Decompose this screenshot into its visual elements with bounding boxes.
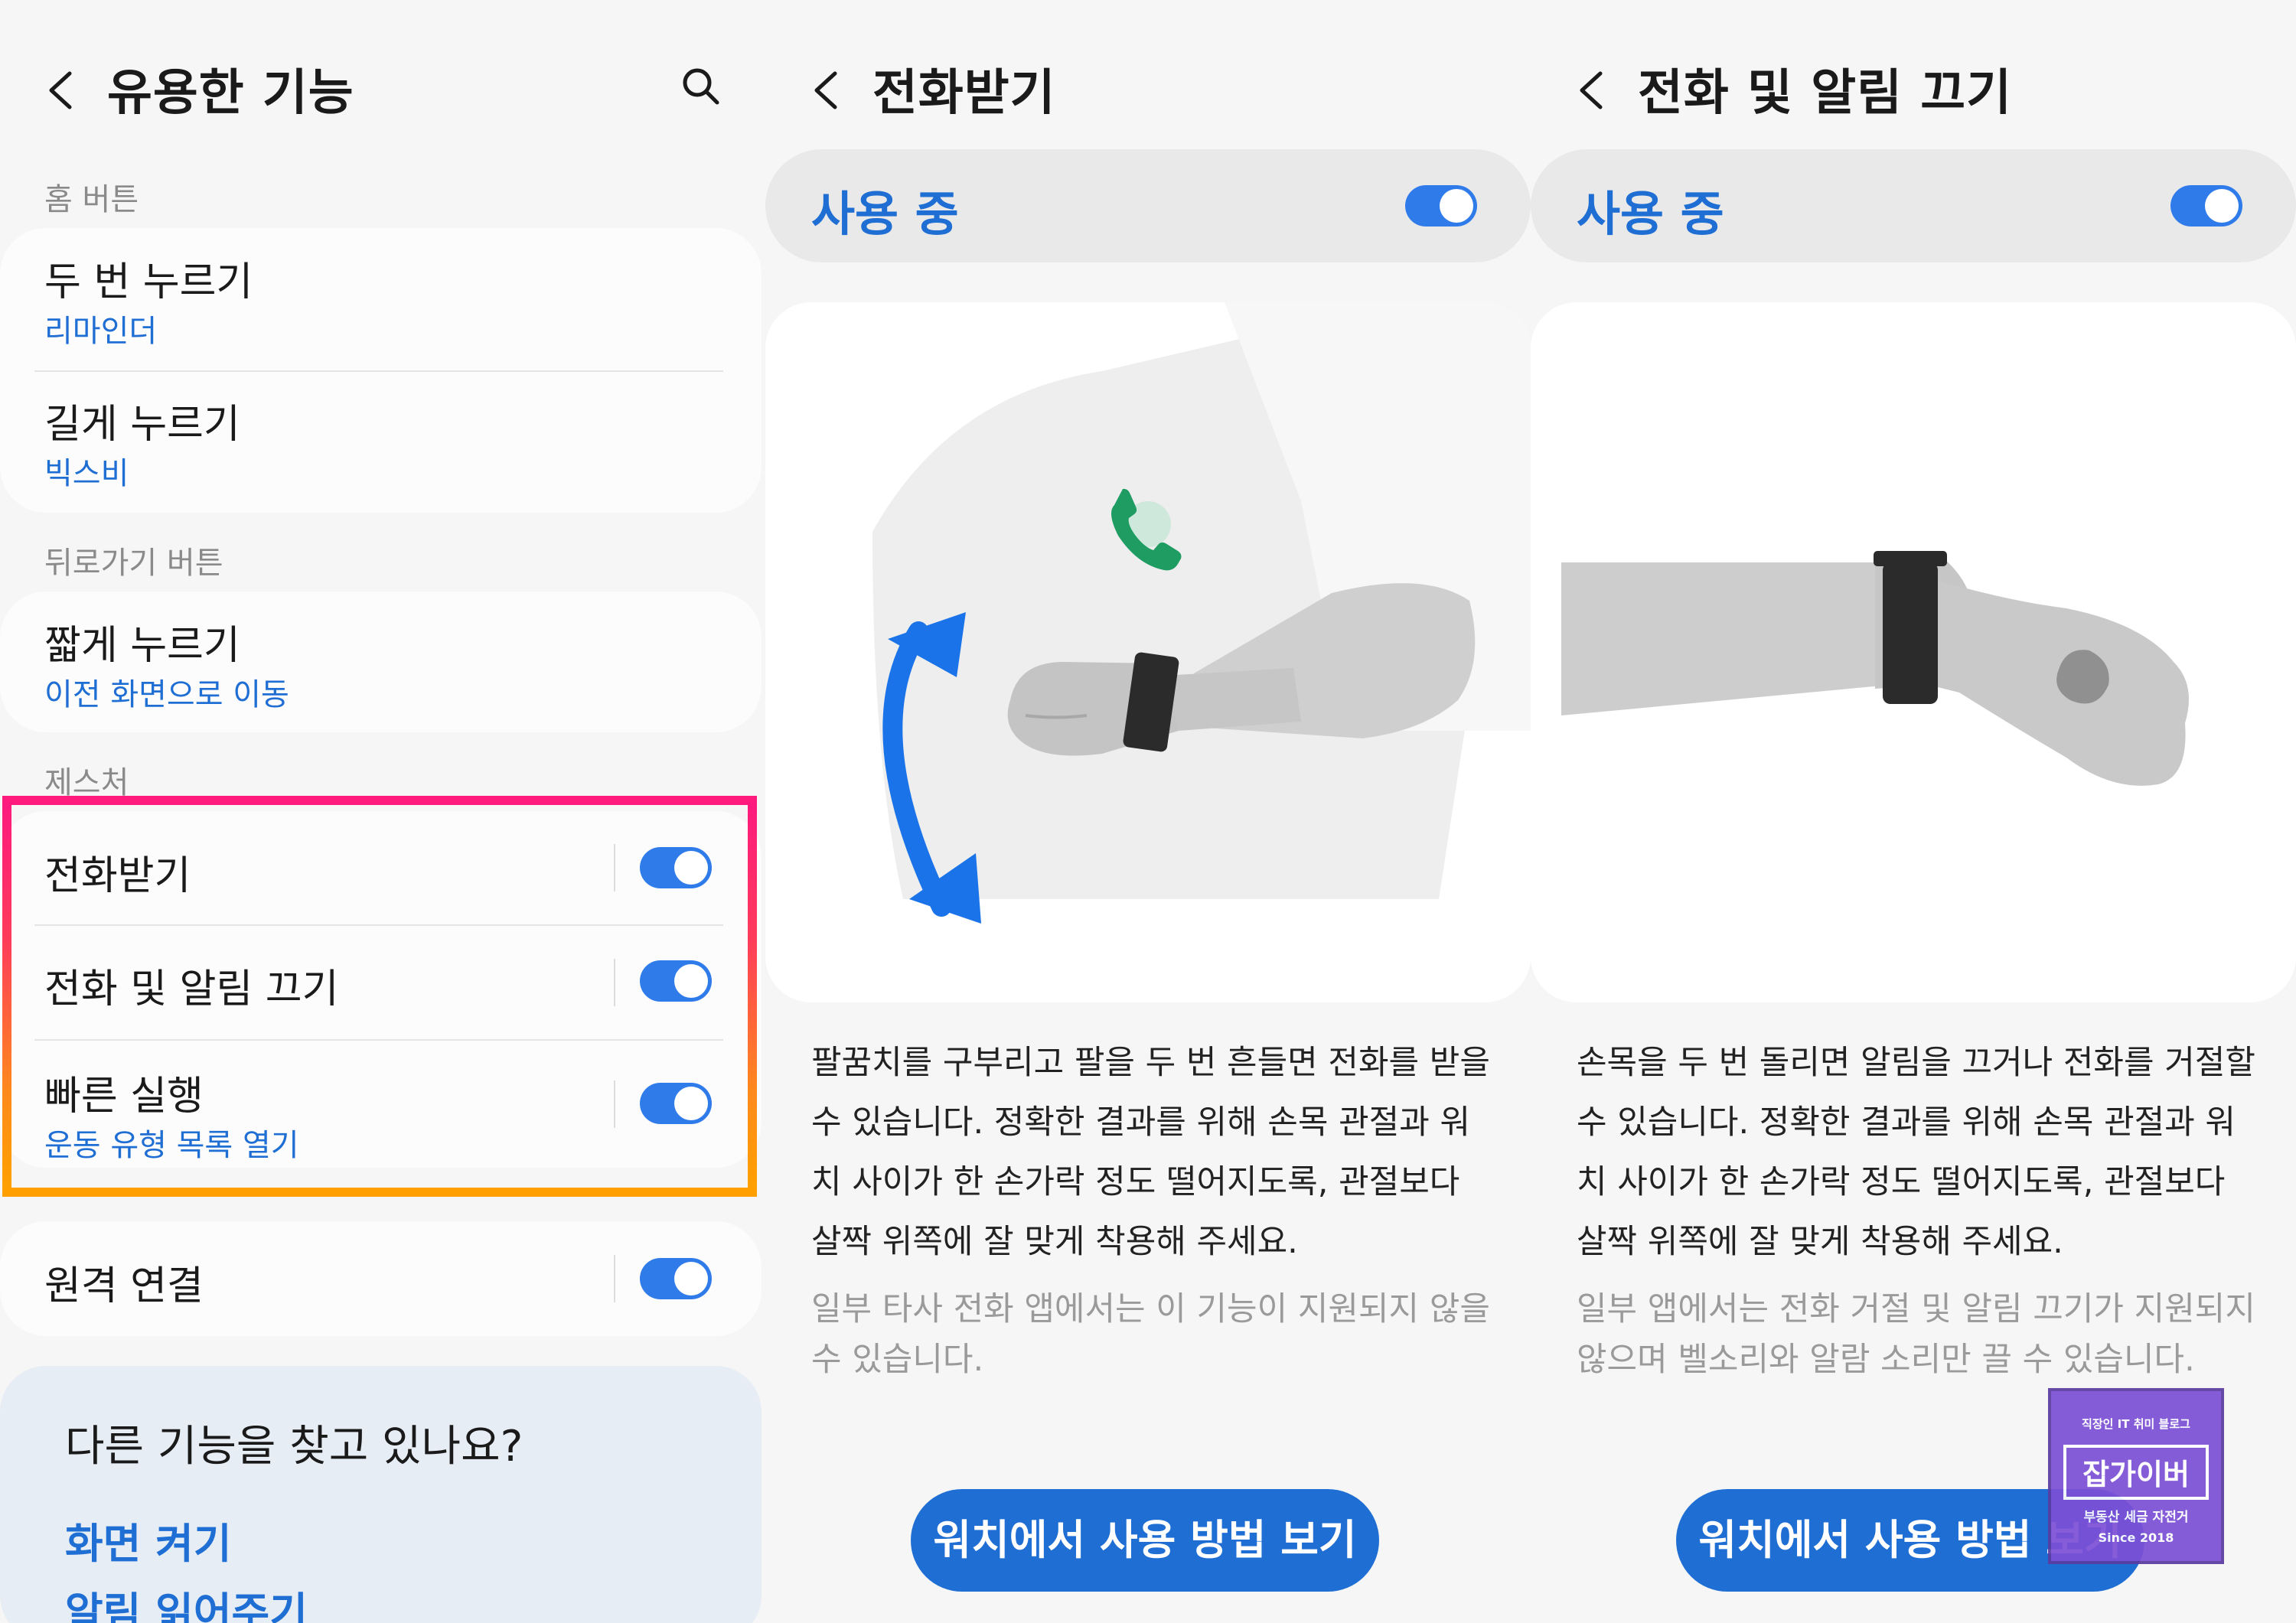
back-button-card: 짧게 누르기 이전 화면으로 이동 xyxy=(0,592,762,732)
mute-call-alerts-panel: 전화 및 알림 끄기 사용 중 손목을 두 번 돌리면 알림을 끄거나 전화를 … xyxy=(1531,0,2296,1623)
section-label-back-button: 뒤로가기 버튼 xyxy=(44,546,223,581)
link-read-notifications[interactable]: 알림 읽어주기 xyxy=(65,1579,308,1623)
back-arrow-icon[interactable] xyxy=(1573,67,1611,113)
item-subtitle: 이전 화면으로 이동 xyxy=(44,677,289,712)
item-title: 길게 누르기 xyxy=(44,402,240,448)
list-item-double-press[interactable]: 두 번 누르기 리마인더 xyxy=(0,228,762,370)
divider xyxy=(614,959,615,1006)
status-label: 사용 중 xyxy=(811,186,959,242)
master-switch-bar[interactable]: 사용 중 xyxy=(765,149,1531,262)
item-subtitle: 빅스비 xyxy=(44,456,129,491)
feature-note: 일부 타사 전화 앱에서는 이 기능이 지원되지 않을 수 있습니다. xyxy=(811,1290,1490,1379)
item-title: 전화 및 알림 끄기 xyxy=(44,966,339,1012)
watch-howto-button[interactable]: 워치에서 사용 방법 보기 xyxy=(911,1489,1379,1592)
answer-call-master-toggle[interactable] xyxy=(1405,185,1477,227)
remote-connection-toggle[interactable] xyxy=(640,1258,712,1299)
status-label: 사용 중 xyxy=(1577,186,1724,242)
useful-features-panel: 유용한 기능 홈 버튼 두 번 누르기 리마인더 길게 누르기 빅스비 뒤로가기… xyxy=(0,0,765,1623)
item-subtitle: 리마인더 xyxy=(44,314,158,349)
back-arrow-icon[interactable] xyxy=(42,67,80,113)
arm-shake-illustration xyxy=(872,302,1531,924)
item-title: 빠른 실행 xyxy=(44,1074,204,1119)
list-item-short-press[interactable]: 짧게 누르기 이전 화면으로 이동 xyxy=(0,592,762,732)
mute-call-alerts-master-toggle[interactable] xyxy=(2170,185,2242,227)
link-screen-on[interactable]: 화면 켜기 xyxy=(65,1510,232,1570)
watermark-subtitle: 부동산 세금 자전거 xyxy=(2083,1510,2189,1525)
item-subtitle: 운동 유형 목록 열기 xyxy=(44,1128,299,1163)
item-title: 짧게 누르기 xyxy=(44,623,240,669)
feature-description: 손목을 두 번 돌리면 알림을 끄거나 전화를 거절할 수 있습니다. 정확한 … xyxy=(1577,1044,2255,1261)
divider xyxy=(614,1080,615,1128)
gesture-card: 전화받기 전화 및 알림 끄기 빠른 실행 운동 유형 목록 열기 xyxy=(0,811,762,1168)
section-label-home-button: 홈 버튼 xyxy=(44,182,139,217)
mute-call-alerts-illustration xyxy=(1531,302,2296,1002)
feature-note: 일부 앱에서는 전화 거절 및 알림 끄기가 지원되지 않으며 벨소리와 알람 … xyxy=(1577,1290,2255,1379)
header: 전화 및 알림 끄기 xyxy=(1531,46,2296,130)
wrist-rotate-illustration xyxy=(1561,551,2189,786)
item-title: 전화받기 xyxy=(44,853,191,899)
page-title: 전화받기 xyxy=(872,65,1056,122)
item-title: 원격 연결 xyxy=(44,1263,204,1309)
feature-description: 팔꿈치를 구부리고 팔을 두 번 흔들면 전화를 받을 수 있습니다. 정확한 … xyxy=(811,1044,1490,1261)
watermark-since: Since 2018 xyxy=(2098,1530,2174,1545)
header: 전화받기 xyxy=(765,46,1531,130)
list-item-remote-connection[interactable]: 원격 연결 xyxy=(0,1221,762,1336)
watermark-brand: 잡가이버 xyxy=(2082,1458,2190,1491)
watermark-tagline: 직장인 IT 취미 블로그 xyxy=(2082,1417,2190,1431)
quick-launch-toggle[interactable] xyxy=(640,1083,712,1124)
page-title: 전화 및 알림 끄기 xyxy=(1638,65,2013,122)
list-item-mute-call-alerts[interactable]: 전화 및 알림 끄기 xyxy=(0,926,762,1039)
header: 유용한 기능 xyxy=(0,46,765,130)
divider xyxy=(614,844,615,891)
search-icon[interactable] xyxy=(677,63,723,109)
other-features-card: 다른 기능을 찾고 있나요? 화면 켜기 알림 읽어주기 xyxy=(0,1366,762,1623)
answer-call-panel: 전화받기 사용 중 팔꿈치를 구부리고 팔을 두 번 흔들면 전화를 받을 수 … xyxy=(765,0,1531,1623)
other-features-title: 다른 기능을 찾고 있나요? xyxy=(65,1422,523,1471)
back-arrow-icon[interactable] xyxy=(807,67,846,113)
page-title: 유용한 기능 xyxy=(107,65,354,122)
list-item-long-press[interactable]: 길게 누르기 빅스비 xyxy=(0,372,762,513)
list-item-answer-call[interactable]: 전화받기 xyxy=(0,811,762,924)
home-button-card: 두 번 누르기 리마인더 길게 누르기 빅스비 xyxy=(0,228,762,513)
answer-call-toggle[interactable] xyxy=(640,847,712,888)
master-switch-bar[interactable]: 사용 중 xyxy=(1531,149,2296,262)
mute-call-alerts-toggle[interactable] xyxy=(640,960,712,1002)
watermark-box: 잡가이버 xyxy=(2063,1445,2209,1500)
divider xyxy=(614,1255,615,1302)
blog-watermark-logo: 직장인 IT 취미 블로그 잡가이버 부동산 세금 자전거 Since 2018 xyxy=(2048,1388,2224,1564)
item-title: 두 번 누르기 xyxy=(44,259,253,305)
answer-call-illustration xyxy=(765,302,1531,1002)
remote-card: 원격 연결 xyxy=(0,1221,762,1336)
section-label-gesture: 제스처 xyxy=(44,765,129,800)
list-item-quick-launch[interactable]: 빠른 실행 운동 유형 목록 열기 xyxy=(0,1041,762,1168)
